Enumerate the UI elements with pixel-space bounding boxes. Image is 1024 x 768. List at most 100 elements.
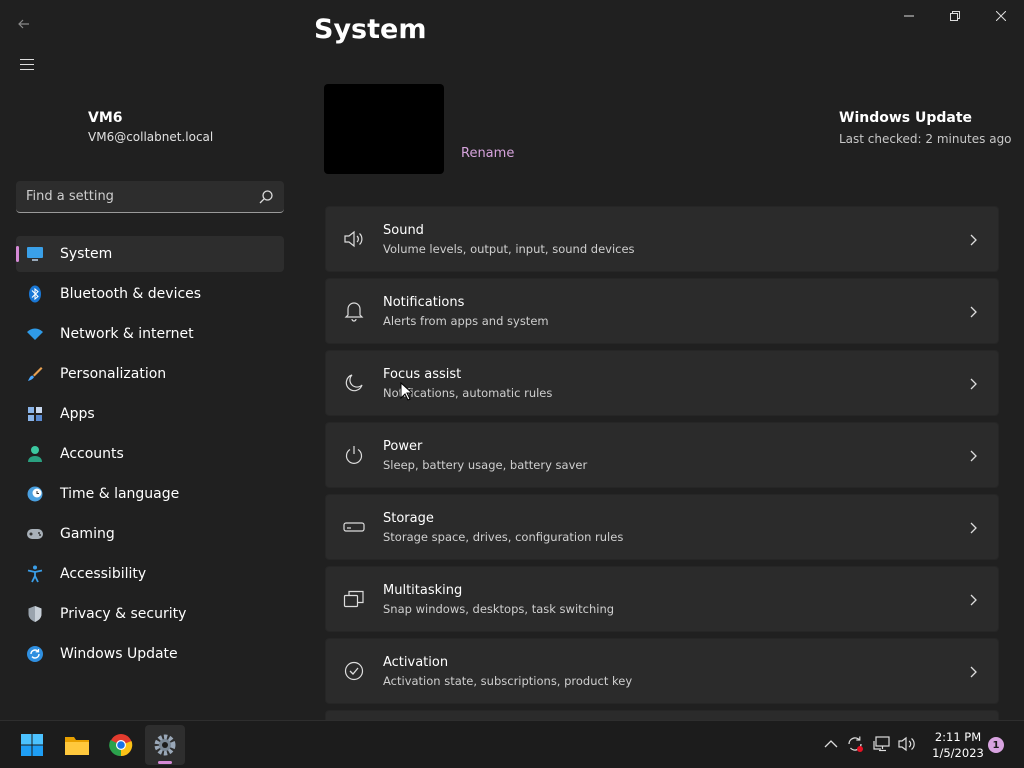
sidebar-item-label: Gaming	[60, 526, 115, 542]
sidebar-item-label: System	[60, 246, 113, 262]
sidebar-item-label: Network & internet	[60, 326, 194, 342]
card-multitasking[interactable]: Multitasking Snap windows, desktops, tas…	[325, 566, 999, 632]
sidebar-item-network[interactable]: Network & internet	[16, 316, 284, 352]
windows-update-subtitle: Last checked: 2 minutes ago	[839, 132, 1012, 146]
shield-icon	[26, 605, 44, 623]
sidebar-item-privacy-security[interactable]: Privacy & security	[16, 596, 284, 632]
card-storage[interactable]: Storage Storage space, drives, configura…	[325, 494, 999, 560]
card-title: Notifications	[383, 294, 465, 310]
rename-link[interactable]: Rename	[461, 146, 514, 161]
sidebar-item-accounts[interactable]: Accounts	[16, 436, 284, 472]
chevron-right-icon	[970, 594, 977, 606]
card-focus-assist[interactable]: Focus assist Notifications, automatic ru…	[325, 350, 999, 416]
brush-icon	[26, 365, 44, 383]
sync-icon	[848, 736, 863, 752]
windows-update-status[interactable]: Windows Update Last checked: 2 minutes a…	[839, 110, 1012, 146]
taskbar-file-explorer[interactable]	[57, 725, 97, 765]
card-sound[interactable]: Sound Volume levels, output, input, soun…	[325, 206, 999, 272]
card-title: Focus assist	[383, 366, 462, 382]
sidebar-item-windows-update[interactable]: Windows Update	[16, 636, 284, 672]
monitor-icon	[26, 245, 44, 263]
page-title: System	[314, 14, 427, 45]
close-button[interactable]	[978, 0, 1024, 32]
card-title: Multitasking	[383, 582, 463, 598]
card-partial[interactable]	[325, 710, 999, 720]
card-subtitle: Snap windows, desktops, task switching	[383, 601, 615, 616]
multitasking-icon	[343, 588, 365, 610]
settings-icon	[154, 734, 176, 756]
sidebar-item-bluetooth[interactable]: Bluetooth & devices	[16, 276, 284, 312]
accessibility-icon	[26, 565, 44, 583]
tray-volume[interactable]	[897, 734, 917, 754]
user-profile: VM6 VM6@collabnet.local	[88, 110, 213, 144]
notification-badge[interactable]: 1	[988, 737, 1004, 753]
sidebar-item-system[interactable]: System	[16, 236, 284, 272]
chevron-right-icon	[970, 666, 977, 678]
search-icon[interactable]	[258, 189, 274, 205]
bluetooth-icon	[26, 285, 44, 303]
search-box[interactable]	[16, 181, 284, 213]
sidebar-nav: System Bluetooth & devices Network & int…	[16, 236, 284, 676]
file-explorer-icon	[65, 737, 89, 755]
card-notifications[interactable]: Notifications Alerts from apps and syste…	[325, 278, 999, 344]
card-activation[interactable]: Activation Activation state, subscriptio…	[325, 638, 999, 704]
tray-network[interactable]	[872, 734, 892, 754]
profile-name: VM6	[88, 110, 123, 126]
chevron-right-icon	[970, 450, 977, 462]
minimize-icon	[904, 15, 914, 17]
settings-window: VM6 VM6@collabnet.local System Bluetoo	[0, 0, 1024, 720]
taskbar-settings[interactable]	[145, 725, 185, 765]
clock-date: 1/5/2023	[932, 746, 984, 760]
card-subtitle: Alerts from apps and system	[383, 313, 549, 328]
speaker-icon	[343, 228, 365, 250]
sidebar-item-label: Accessibility	[60, 566, 147, 582]
sidebar: VM6 VM6@collabnet.local System Bluetoo	[0, 0, 300, 720]
sidebar-item-gaming[interactable]: Gaming	[16, 516, 284, 552]
chevron-right-icon	[970, 378, 977, 390]
chevron-up-icon	[824, 740, 838, 748]
sidebar-item-personalization[interactable]: Personalization	[16, 356, 284, 392]
main-content: System Rename Windows Update Last checke…	[314, 0, 1014, 720]
tray-sync[interactable]	[845, 734, 865, 754]
sidebar-item-label: Privacy & security	[60, 606, 187, 622]
windows-update-title: Windows Update	[839, 110, 973, 126]
card-subtitle: Sleep, battery usage, battery saver	[383, 457, 588, 472]
tray-overflow-button[interactable]	[821, 734, 841, 754]
restore-icon	[950, 11, 960, 21]
sidebar-item-apps[interactable]: Apps	[16, 396, 284, 432]
clock-time: 2:11 PM	[934, 730, 982, 744]
sidebar-item-label: Apps	[60, 406, 95, 422]
maximize-button[interactable]	[932, 0, 978, 32]
window-controls	[886, 0, 1024, 32]
start-button[interactable]	[12, 725, 52, 765]
back-arrow-icon	[18, 19, 29, 29]
back-button[interactable]	[12, 12, 36, 36]
taskbar-clock[interactable]: 2:11 PM 1/5/2023	[922, 729, 994, 761]
moon-icon	[343, 372, 365, 394]
storage-icon	[343, 516, 365, 538]
card-subtitle: Activation state, subscriptions, product…	[383, 673, 633, 688]
update-icon	[26, 645, 44, 663]
search-input[interactable]	[26, 189, 246, 204]
sidebar-item-accessibility[interactable]: Accessibility	[16, 556, 284, 592]
sidebar-item-label: Time & language	[60, 486, 180, 502]
card-title: Activation	[383, 654, 449, 670]
apps-icon	[26, 405, 44, 423]
card-subtitle: Volume levels, output, input, sound devi…	[383, 241, 635, 256]
chevron-right-icon	[970, 306, 977, 318]
sidebar-item-label: Bluetooth & devices	[60, 286, 202, 302]
person-icon	[26, 445, 44, 463]
bell-icon	[343, 300, 365, 322]
settings-list: Sound Volume levels, output, input, soun…	[325, 206, 999, 720]
sidebar-item-label: Windows Update	[60, 646, 178, 662]
sidebar-item-time-language[interactable]: Time & language	[16, 476, 284, 512]
minimize-button[interactable]	[886, 0, 932, 32]
device-thumbnail	[324, 84, 444, 174]
card-power[interactable]: Power Sleep, battery usage, battery save…	[325, 422, 999, 488]
check-circle-icon	[343, 660, 365, 682]
hamburger-icon	[20, 58, 34, 60]
menu-button[interactable]	[14, 52, 42, 76]
taskbar: 2:11 PM 1/5/2023 1	[0, 720, 1024, 768]
chrome-icon	[109, 734, 133, 757]
taskbar-chrome[interactable]	[101, 725, 141, 765]
